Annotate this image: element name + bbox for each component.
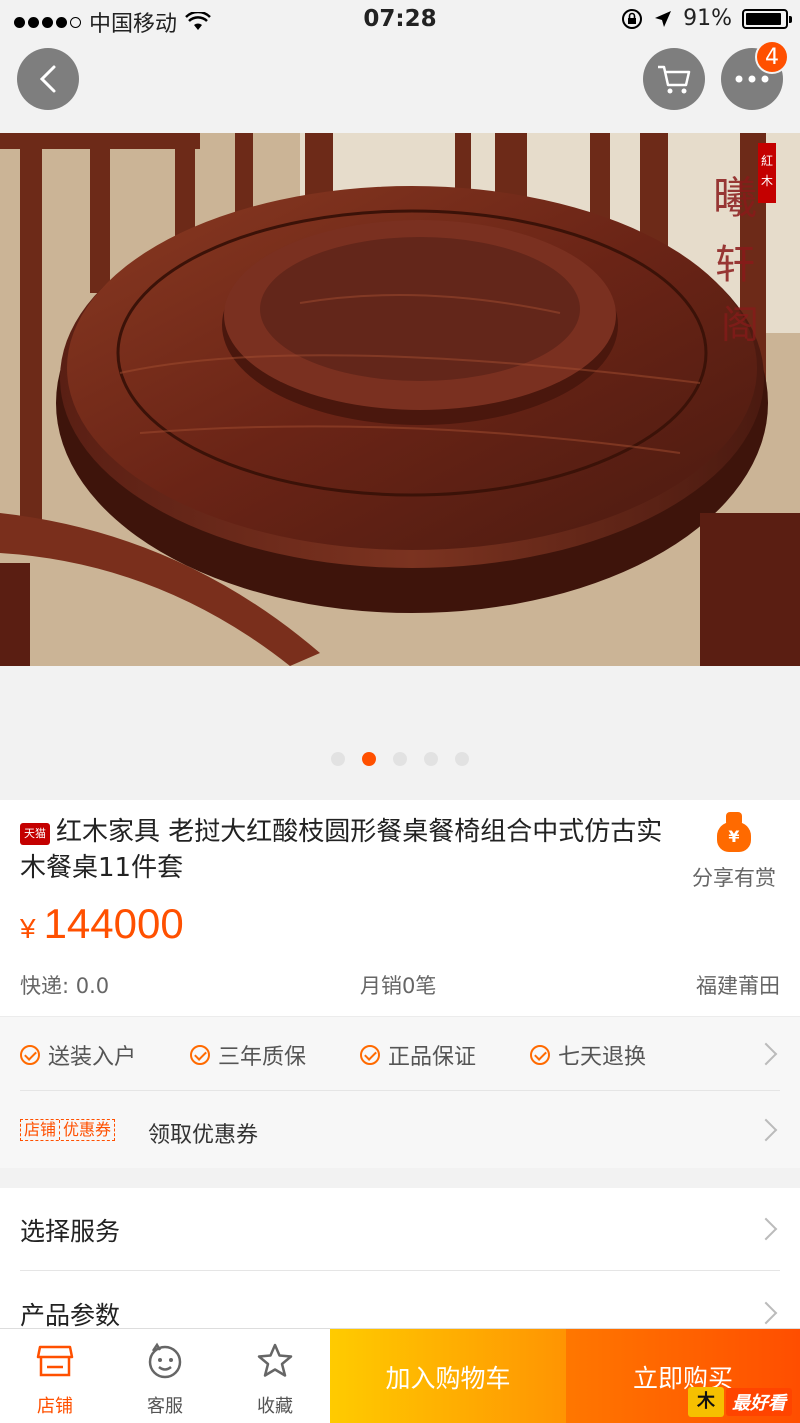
back-button[interactable] [17, 48, 79, 110]
chevron-right-icon [754, 1301, 778, 1325]
battery-icon [742, 8, 792, 29]
battery-percent: 91% [683, 6, 732, 31]
chevron-right-icon [754, 1217, 778, 1241]
watermark-logo: 木 最好看 [688, 1387, 792, 1417]
carousel-dot [393, 752, 407, 766]
get-coupon-label: 领取优惠券 [148, 1123, 259, 1148]
guarantee-item: 七天退换 [530, 1039, 646, 1071]
tab-favorite-label: 收藏 [257, 1396, 293, 1417]
money-bag-icon: ¥ [717, 812, 751, 852]
check-circle-icon [360, 1045, 380, 1065]
tab-favorite[interactable]: 收藏 [220, 1329, 330, 1423]
express-fee: 快递: 0.0 [20, 974, 110, 998]
guarantee-item: 正品保证 [360, 1039, 476, 1071]
carousel-dot [331, 752, 345, 766]
price-value: 144000 [43, 900, 184, 947]
tab-customer-service[interactable]: 客服 [110, 1329, 220, 1423]
location-arrow-icon [655, 10, 672, 27]
guarantee-label: 七天退换 [558, 1045, 647, 1070]
star-icon [257, 1343, 293, 1377]
tab-customer-service-label: 客服 [147, 1396, 183, 1417]
bottom-action-bar: 店铺 客服 收藏 加入购物车 立即购买 木 最好看 [0, 1328, 800, 1423]
store-icon [36, 1345, 74, 1377]
chevron-left-icon [39, 65, 56, 93]
ship-location: 福建莆田 [696, 974, 780, 998]
watermark-text: 最好看 [726, 1388, 792, 1416]
cart-button[interactable] [643, 48, 705, 110]
product-info-card: 天猫 红木家具 老挝大红酸枝圆形餐桌餐椅组合中式仿古实木餐桌11件套 ¥ 分享有赏… [0, 800, 800, 1016]
select-service-label: 选择服务 [20, 1217, 121, 1246]
carousel-dot [455, 752, 469, 766]
chevron-right-icon [754, 1042, 778, 1066]
check-circle-icon [530, 1045, 550, 1065]
svg-text:木: 木 [761, 174, 773, 188]
select-service-row[interactable]: 选择服务 [0, 1188, 800, 1270]
smiley-chat-icon [148, 1342, 182, 1379]
svg-text:曦: 曦 [713, 173, 757, 224]
product-title: 红木家具 老挝大红酸枝圆形餐桌餐椅组合中式仿古实木餐桌11件套 [20, 817, 663, 883]
guarantee-item: 三年质保 [190, 1039, 306, 1071]
svg-text:轩: 轩 [715, 242, 755, 288]
carousel-dot [424, 752, 438, 766]
tmall-badge: 天猫 [20, 823, 50, 845]
product-detail-page: 中国移动 07:28 91% 紅 木 曦 轩 阁 4 天猫 红木家具 老挝大红酸… [0, 0, 800, 1423]
carousel-gap [0, 666, 800, 800]
more-button[interactable]: 4 [721, 40, 789, 110]
watermark-glyph: 木 [688, 1387, 724, 1417]
options-card: 选择服务 产品参数 [0, 1188, 800, 1348]
svg-text:阁: 阁 [721, 303, 759, 347]
check-circle-icon [20, 1045, 40, 1065]
chevron-right-icon [754, 1118, 778, 1142]
carousel-dot [362, 752, 376, 766]
guarantee-label: 三年质保 [218, 1045, 307, 1070]
tab-shop[interactable]: 店铺 [0, 1329, 110, 1423]
rotation-lock-icon [622, 8, 643, 29]
coupon-row[interactable]: 店铺 优惠券 领取优惠券 [0, 1091, 800, 1169]
table-illustration: 紅 木 曦 轩 阁 [0, 133, 800, 666]
product-image[interactable]: 紅 木 曦 轩 阁 [0, 133, 800, 666]
shop-coupon-tag: 店铺 优惠券 [20, 1119, 116, 1141]
product-title-block: 天猫 红木家具 老挝大红酸枝圆形餐桌餐椅组合中式仿古实木餐桌11件套 [20, 814, 670, 886]
share-reward-label: 分享有赏 [692, 866, 776, 890]
share-reward-button[interactable]: ¥ 分享有赏 [684, 812, 784, 892]
check-circle-icon [190, 1045, 210, 1065]
carousel-indicator [0, 752, 800, 766]
notification-badge: 4 [755, 40, 789, 74]
status-bar: 中国移动 07:28 91% [0, 0, 800, 40]
more-dots-icon [735, 75, 769, 83]
product-price: ¥144000 [20, 900, 184, 948]
status-right: 91% [621, 6, 792, 31]
guarantee-label: 送装入户 [48, 1045, 137, 1070]
guarantee-item: 送装入户 [20, 1039, 136, 1071]
guarantee-row[interactable]: 送装入户 三年质保 正品保证 七天退换 [0, 1017, 800, 1091]
guarantee-label: 正品保证 [388, 1045, 477, 1070]
product-params-label: 产品参数 [20, 1301, 121, 1330]
service-guarantee-card: 送装入户 三年质保 正品保证 七天退换 店铺 优惠券 领取优惠券 [0, 1016, 800, 1168]
add-to-cart-button[interactable]: 加入购物车 [330, 1329, 566, 1423]
currency-symbol: ¥ [20, 913, 36, 944]
add-to-cart-label: 加入购物车 [385, 1363, 511, 1393]
monthly-sales: 月销0笔 [360, 974, 437, 998]
svg-text:紅: 紅 [761, 154, 773, 168]
battery-level [746, 12, 781, 25]
tab-shop-label: 店铺 [37, 1396, 73, 1417]
divider [20, 1270, 780, 1271]
shopping-cart-icon [658, 65, 691, 94]
